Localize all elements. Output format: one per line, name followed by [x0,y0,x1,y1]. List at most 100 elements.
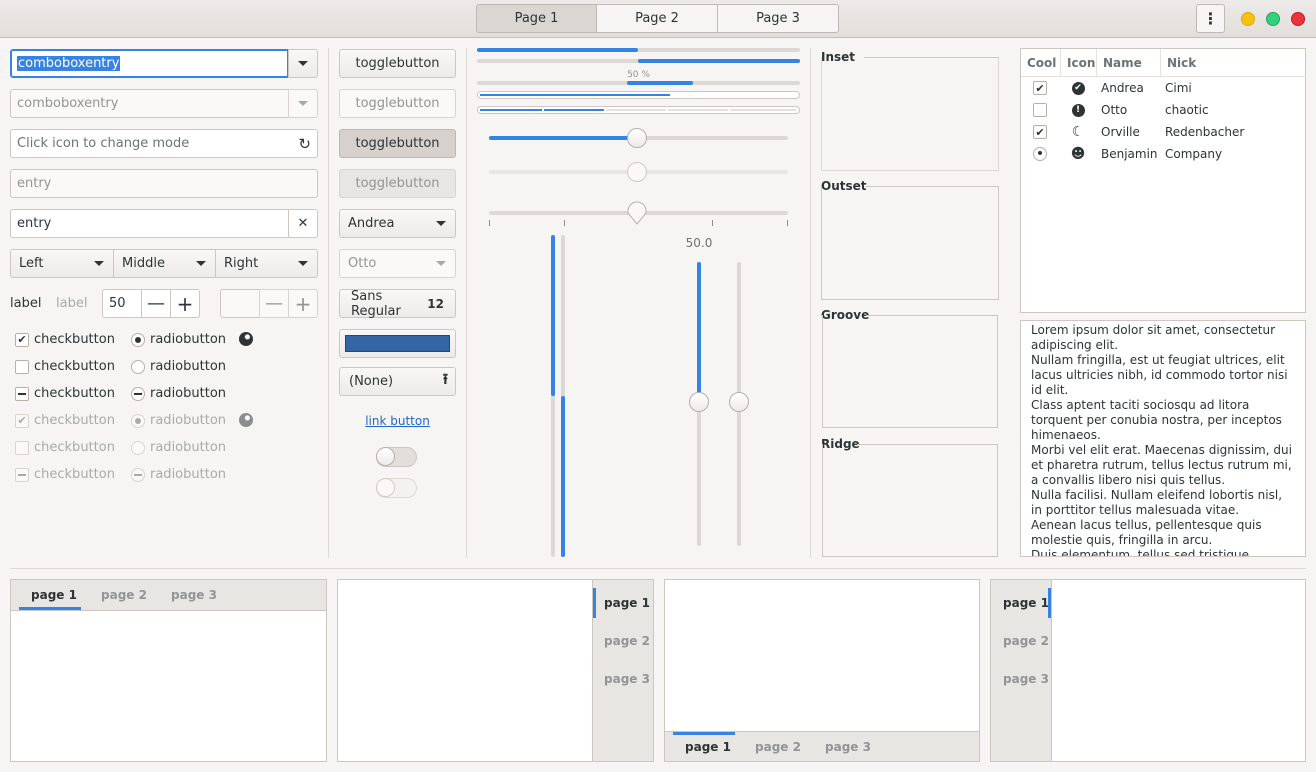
togglebutton-active-disabled: togglebutton [339,169,456,198]
combobox-dropdown-button[interactable] [288,49,318,78]
combobox-entry-focused[interactable]: comboboxentry [10,49,289,78]
mode-entry[interactable]: Click icon to change mode ↻ [10,129,318,158]
cool-radio-icon[interactable]: • [1033,147,1047,161]
face-icon: ☻ [1070,146,1086,162]
tab-page-2[interactable]: page 2 [604,634,650,648]
maximize-icon[interactable] [1266,12,1280,26]
radiobutton-selected[interactable]: radiobutton [131,332,226,347]
table-row[interactable]: ✔ [1033,121,1047,143]
cool-checkbox-checked-icon[interactable]: ✔ [1033,125,1047,139]
progress-text: 50 % [627,70,650,80]
spin-entry[interactable]: 50 [102,289,142,318]
file-chooser-label: (None) [349,374,394,389]
table-row[interactable]: ✔ [1033,77,1047,99]
font-size: 12 [427,296,444,311]
radiobutton-mixed[interactable]: radiobutton [131,386,226,401]
separator [810,48,811,558]
radiobutton-unselected-disabled: radiobutton [131,440,226,455]
combo-middle-label: Middle [122,256,165,271]
progress-fill [551,235,555,396]
file-chooser-button[interactable]: (None) ⭱ [339,367,456,396]
combo-left[interactable]: Left [10,249,114,278]
menu-icon[interactable]: ⋮ [1196,4,1225,33]
frame-outset [821,186,999,300]
cool-checkbox-checked-icon[interactable]: ✔ [1033,81,1047,95]
combo-right[interactable]: Right [215,249,318,278]
togglebutton-active[interactable]: togglebutton [339,129,456,158]
tab-page-1[interactable]: page 1 [31,588,77,602]
checkbutton-label: checkbutton [34,467,115,482]
checkbutton-label: checkbutton [34,413,115,428]
combo-middle[interactable]: Middle [113,249,216,278]
stack-tab-page-3[interactable]: Page 3 [718,4,839,33]
color-button[interactable] [339,329,456,358]
level-block [730,109,796,111]
level-bar [477,106,800,114]
refresh-icon[interactable]: ↻ [298,135,311,153]
table-row[interactable]: • [1033,143,1047,165]
column-header-cool[interactable]: Cool [1021,49,1061,77]
radiobutton-label: radiobutton [150,413,227,428]
checkbox-mixed-icon[interactable] [15,386,29,401]
font-button[interactable]: Sans Regular 12 [339,289,456,319]
tab-page-1[interactable]: page 1 [1003,596,1049,610]
row-icon: ! [1071,99,1085,121]
switch-off[interactable] [376,447,417,467]
tab-page-2[interactable]: page 2 [1003,634,1049,648]
minus-icon: — [265,293,283,314]
stack-tab-page-1[interactable]: Page 1 [476,4,597,33]
radio-icon[interactable] [131,359,145,374]
checkbutton-mixed[interactable]: checkbutton [15,386,115,401]
cool-checkbox-icon[interactable] [1033,103,1047,117]
checkbutton-unchecked[interactable]: checkbutton [15,359,115,374]
upload-icon: ⭱ [442,370,448,388]
column-header-name[interactable]: Name [1097,49,1161,77]
header-bar: Page 1 Page 2 Page 3 ⋮ [0,0,1316,38]
slider-1-knob[interactable] [627,128,647,148]
radiobutton-unselected[interactable]: radiobutton [131,359,226,374]
tab-page-3[interactable]: page 3 [604,672,650,686]
tab-page-2[interactable]: page 2 [101,588,147,602]
progress-bar-2 [477,59,800,63]
radio-mixed-icon[interactable] [131,386,145,401]
spin-decrement-button[interactable]: — [141,289,171,318]
spin-increment-button[interactable]: + [170,289,200,318]
column-header-nick[interactable]: Nick [1161,49,1306,77]
slider-3-knob[interactable] [627,201,647,225]
tab-page-3[interactable]: page 3 [1003,672,1049,686]
close-icon[interactable] [1291,12,1305,26]
warning-icon: ! [1071,103,1085,117]
tab-page-3[interactable]: page 3 [171,588,217,602]
togglebutton-1[interactable]: togglebutton [339,49,456,78]
tab-page-1[interactable]: page 1 [685,740,731,754]
notebook-left-tabbar: page 1 page 2 page 3 [991,580,1052,761]
checkbutton-checked[interactable]: ✔ checkbutton [15,332,115,347]
tick-mark [564,220,565,226]
tree-view[interactable]: Cool Icon Name Nick ✔ ✔ Andrea Cimi ! Ot… [1020,48,1306,313]
radio-selected-icon[interactable] [131,332,145,347]
tab-page-3[interactable]: page 3 [825,740,871,754]
link-button[interactable]: link button [339,414,456,428]
checkbutton-unchecked-disabled: checkbutton [15,440,115,455]
clear-entry-button[interactable]: ✕ [288,209,318,238]
vslider-1-knob[interactable] [689,392,709,412]
column-header-icon[interactable]: Icon [1061,49,1097,77]
table-row[interactable] [1033,99,1047,121]
stack-tab-page-2[interactable]: Page 2 [597,4,718,33]
combo-andrea[interactable]: Andrea [339,209,456,238]
text-view[interactable]: Lorem ipsum dolor sit amet, consectetur … [1020,320,1306,557]
vslider-2-knob[interactable] [729,392,749,412]
minimize-icon[interactable] [1241,12,1255,26]
text-entry[interactable]: entry [10,209,289,238]
tab-page-2[interactable]: page 2 [755,740,801,754]
slider-fill [697,262,701,402]
notebook-right-tabbar: page 1 page 2 page 3 [592,580,653,761]
checkbox-icon[interactable] [15,359,29,374]
radio-icon [131,440,145,455]
tab-page-1[interactable]: page 1 [604,596,650,610]
combobox-dropdown-button-disabled [288,89,318,118]
chevron-down-icon [298,101,308,106]
checkbox-checked-icon[interactable]: ✔ [15,332,29,347]
chevron-down-icon [436,221,446,226]
chevron-down-icon [196,261,206,266]
